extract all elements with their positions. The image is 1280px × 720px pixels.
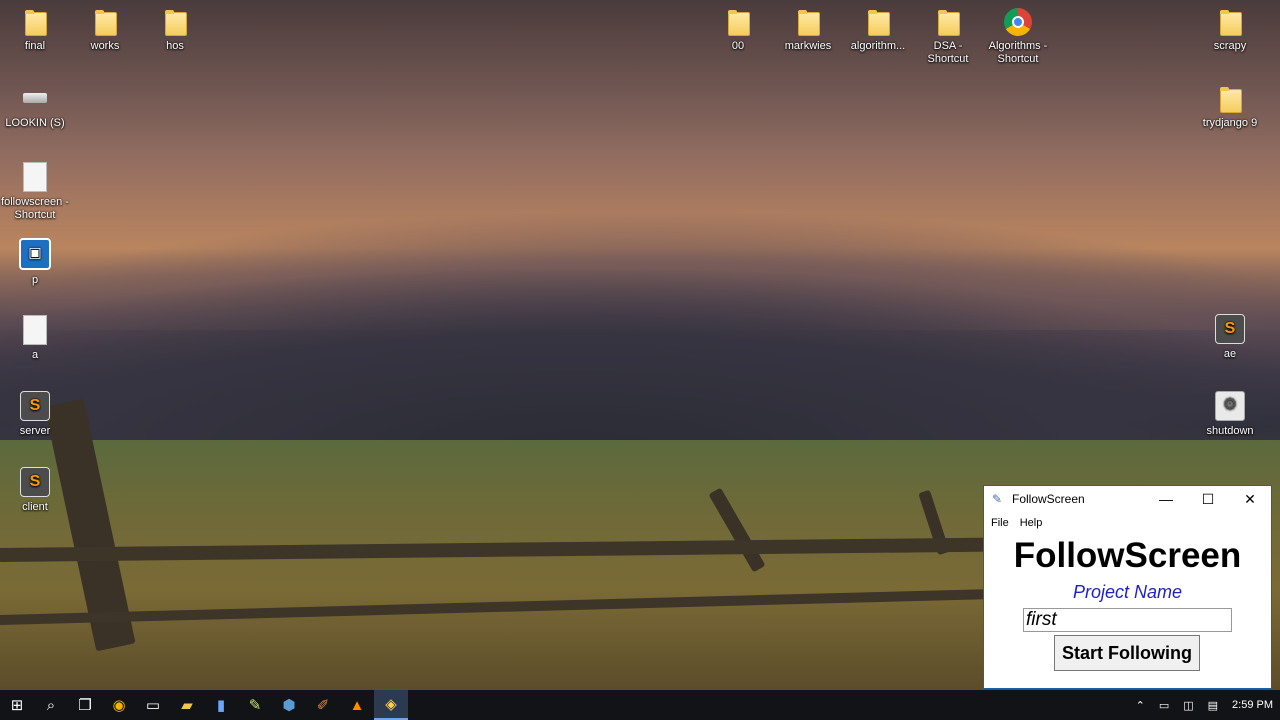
task-view-icon[interactable]: ❐ bbox=[68, 690, 102, 720]
window-title: FollowScreen bbox=[1012, 492, 1085, 506]
app-icon: ▣ bbox=[19, 238, 51, 270]
desktop-icon-client[interactable]: S client bbox=[0, 467, 70, 514]
icon-label: hos bbox=[166, 40, 184, 52]
icon-label: server bbox=[19, 425, 51, 437]
desktop-icon-algorithms-shortcut[interactable]: Algorithms - Shortcut bbox=[983, 8, 1053, 66]
desktop-icon-server[interactable]: S server bbox=[0, 391, 70, 438]
folder-icon bbox=[794, 8, 822, 36]
icon-label: LOOKIN (S) bbox=[5, 117, 65, 129]
menu-bar: File Help bbox=[984, 512, 1271, 534]
desktop-icon-trydjango[interactable]: trydjango 9 bbox=[1195, 85, 1265, 130]
menu-file[interactable]: File bbox=[991, 517, 1009, 529]
icon-label: trydjango 9 bbox=[1202, 117, 1258, 129]
close-button[interactable]: ✕ bbox=[1229, 486, 1271, 512]
battery-icon[interactable]: ▭ bbox=[1159, 699, 1169, 712]
app-heading: FollowScreen bbox=[1013, 536, 1242, 575]
start-icon[interactable]: ⊞ bbox=[0, 690, 34, 720]
desktop-icon-markwies[interactable]: markwies bbox=[773, 8, 843, 53]
icon-label: markwies bbox=[784, 40, 832, 52]
followscreen-window[interactable]: ✎ FollowScreen — ☐ ✕ File Help FollowScr… bbox=[983, 485, 1272, 689]
settings-gear-icon: ⚙ bbox=[1215, 391, 1245, 421]
icon-label: shutdown bbox=[1206, 425, 1254, 437]
icon-label: final bbox=[24, 40, 46, 52]
maximize-button[interactable]: ☐ bbox=[1187, 486, 1229, 512]
python-icon[interactable]: ◈ bbox=[374, 690, 408, 720]
icon-label: ae bbox=[1223, 348, 1237, 360]
icon-label: 00 bbox=[731, 40, 745, 52]
desktop-icon-final[interactable]: final bbox=[0, 8, 70, 53]
app-icon[interactable]: ▮ bbox=[204, 690, 238, 720]
desktop-icon-hos[interactable]: hos bbox=[140, 8, 210, 53]
brush-icon[interactable]: ✐ bbox=[306, 690, 340, 720]
desktop-icon-a[interactable]: a bbox=[0, 315, 70, 362]
folder-icon bbox=[1216, 8, 1244, 36]
desktop-icon-followscreen-shortcut[interactable]: followscreen - Shortcut bbox=[0, 162, 70, 222]
desktop-icon-ae[interactable]: S ae bbox=[1195, 314, 1265, 361]
window-content: FollowScreen Project Name first Start Fo… bbox=[984, 534, 1271, 688]
chevron-up-icon[interactable]: ⌃ bbox=[1136, 699, 1145, 712]
system-tray: ⌃ ▭ ◫ ▤ 2:59 PM bbox=[1129, 699, 1280, 712]
desktop-icon-lookin-drive[interactable]: LOOKIN (S) bbox=[0, 85, 70, 130]
folder-icon bbox=[21, 8, 49, 36]
sublime-text-icon: S bbox=[20, 391, 50, 421]
taskbar: ⊞ ⌕ ❐ ◉ ▭ ▰ ▮ ✎ ⬢ ✐ ▲ ◈ ⌃ ▭ ◫ ▤ 2:59 PM bbox=[0, 690, 1280, 720]
minimize-button[interactable]: — bbox=[1145, 486, 1187, 512]
virtualbox-icon[interactable]: ⬢ bbox=[272, 690, 306, 720]
clock[interactable]: 2:59 PM bbox=[1232, 699, 1273, 711]
project-name-label: Project Name bbox=[1072, 582, 1183, 602]
desktop-icon-00[interactable]: 00 bbox=[703, 8, 773, 53]
icon-label: client bbox=[22, 501, 48, 513]
shortcut-file-icon bbox=[23, 162, 47, 192]
icon-label: followscreen - Shortcut bbox=[1, 196, 69, 221]
feather-icon: ✎ bbox=[992, 492, 1003, 506]
network-icon[interactable]: ◫ bbox=[1183, 699, 1193, 712]
icon-label: scrapy bbox=[1213, 40, 1247, 52]
icon-label: algorithm... bbox=[850, 40, 906, 52]
search-icon[interactable]: ⌕ bbox=[34, 690, 68, 720]
vlc-icon[interactable]: ▲ bbox=[340, 690, 374, 720]
terminal-icon[interactable]: ▭ bbox=[136, 690, 170, 720]
file-explorer-icon[interactable]: ▰ bbox=[170, 690, 204, 720]
background-hills-near bbox=[0, 270, 1280, 450]
folder-icon bbox=[724, 8, 752, 36]
desktop-icon-p[interactable]: ▣ p bbox=[0, 238, 70, 287]
folder-icon bbox=[864, 8, 892, 36]
notepad-icon[interactable]: ✎ bbox=[238, 690, 272, 720]
desktop-icon-shutdown[interactable]: ⚙ shutdown bbox=[1195, 391, 1265, 438]
sublime-text-icon: S bbox=[20, 467, 50, 497]
start-following-button[interactable]: Start Following bbox=[1054, 635, 1200, 671]
window-titlebar[interactable]: ✎ FollowScreen — ☐ ✕ bbox=[984, 486, 1271, 512]
network-drive-icon bbox=[21, 85, 49, 113]
icon-label: Algorithms - Shortcut bbox=[988, 40, 1048, 65]
desktop-icon-dsa-shortcut[interactable]: DSA - Shortcut bbox=[913, 8, 983, 66]
chrome-icon bbox=[1004, 8, 1032, 36]
icon-label: DSA - Shortcut bbox=[927, 40, 969, 65]
icon-label: works bbox=[90, 40, 120, 52]
desktop-icon-works[interactable]: works bbox=[70, 8, 140, 53]
document-icon bbox=[23, 315, 47, 345]
folder-icon bbox=[161, 8, 189, 36]
menu-help[interactable]: Help bbox=[1020, 517, 1043, 529]
icon-label: p bbox=[31, 274, 39, 286]
sublime-text-icon: S bbox=[1215, 314, 1245, 344]
icon-label: a bbox=[31, 349, 39, 361]
desktop-icon-algorithms[interactable]: algorithm... bbox=[843, 8, 913, 53]
action-center-icon[interactable]: ▤ bbox=[1208, 699, 1218, 712]
folder-shortcut-icon bbox=[934, 8, 962, 36]
project-name-input[interactable]: first bbox=[1023, 608, 1232, 632]
folder-icon bbox=[91, 8, 119, 36]
desktop-icon-scrapy[interactable]: scrapy bbox=[1195, 8, 1265, 53]
folder-icon bbox=[1216, 85, 1244, 113]
chrome-icon[interactable]: ◉ bbox=[102, 690, 136, 720]
